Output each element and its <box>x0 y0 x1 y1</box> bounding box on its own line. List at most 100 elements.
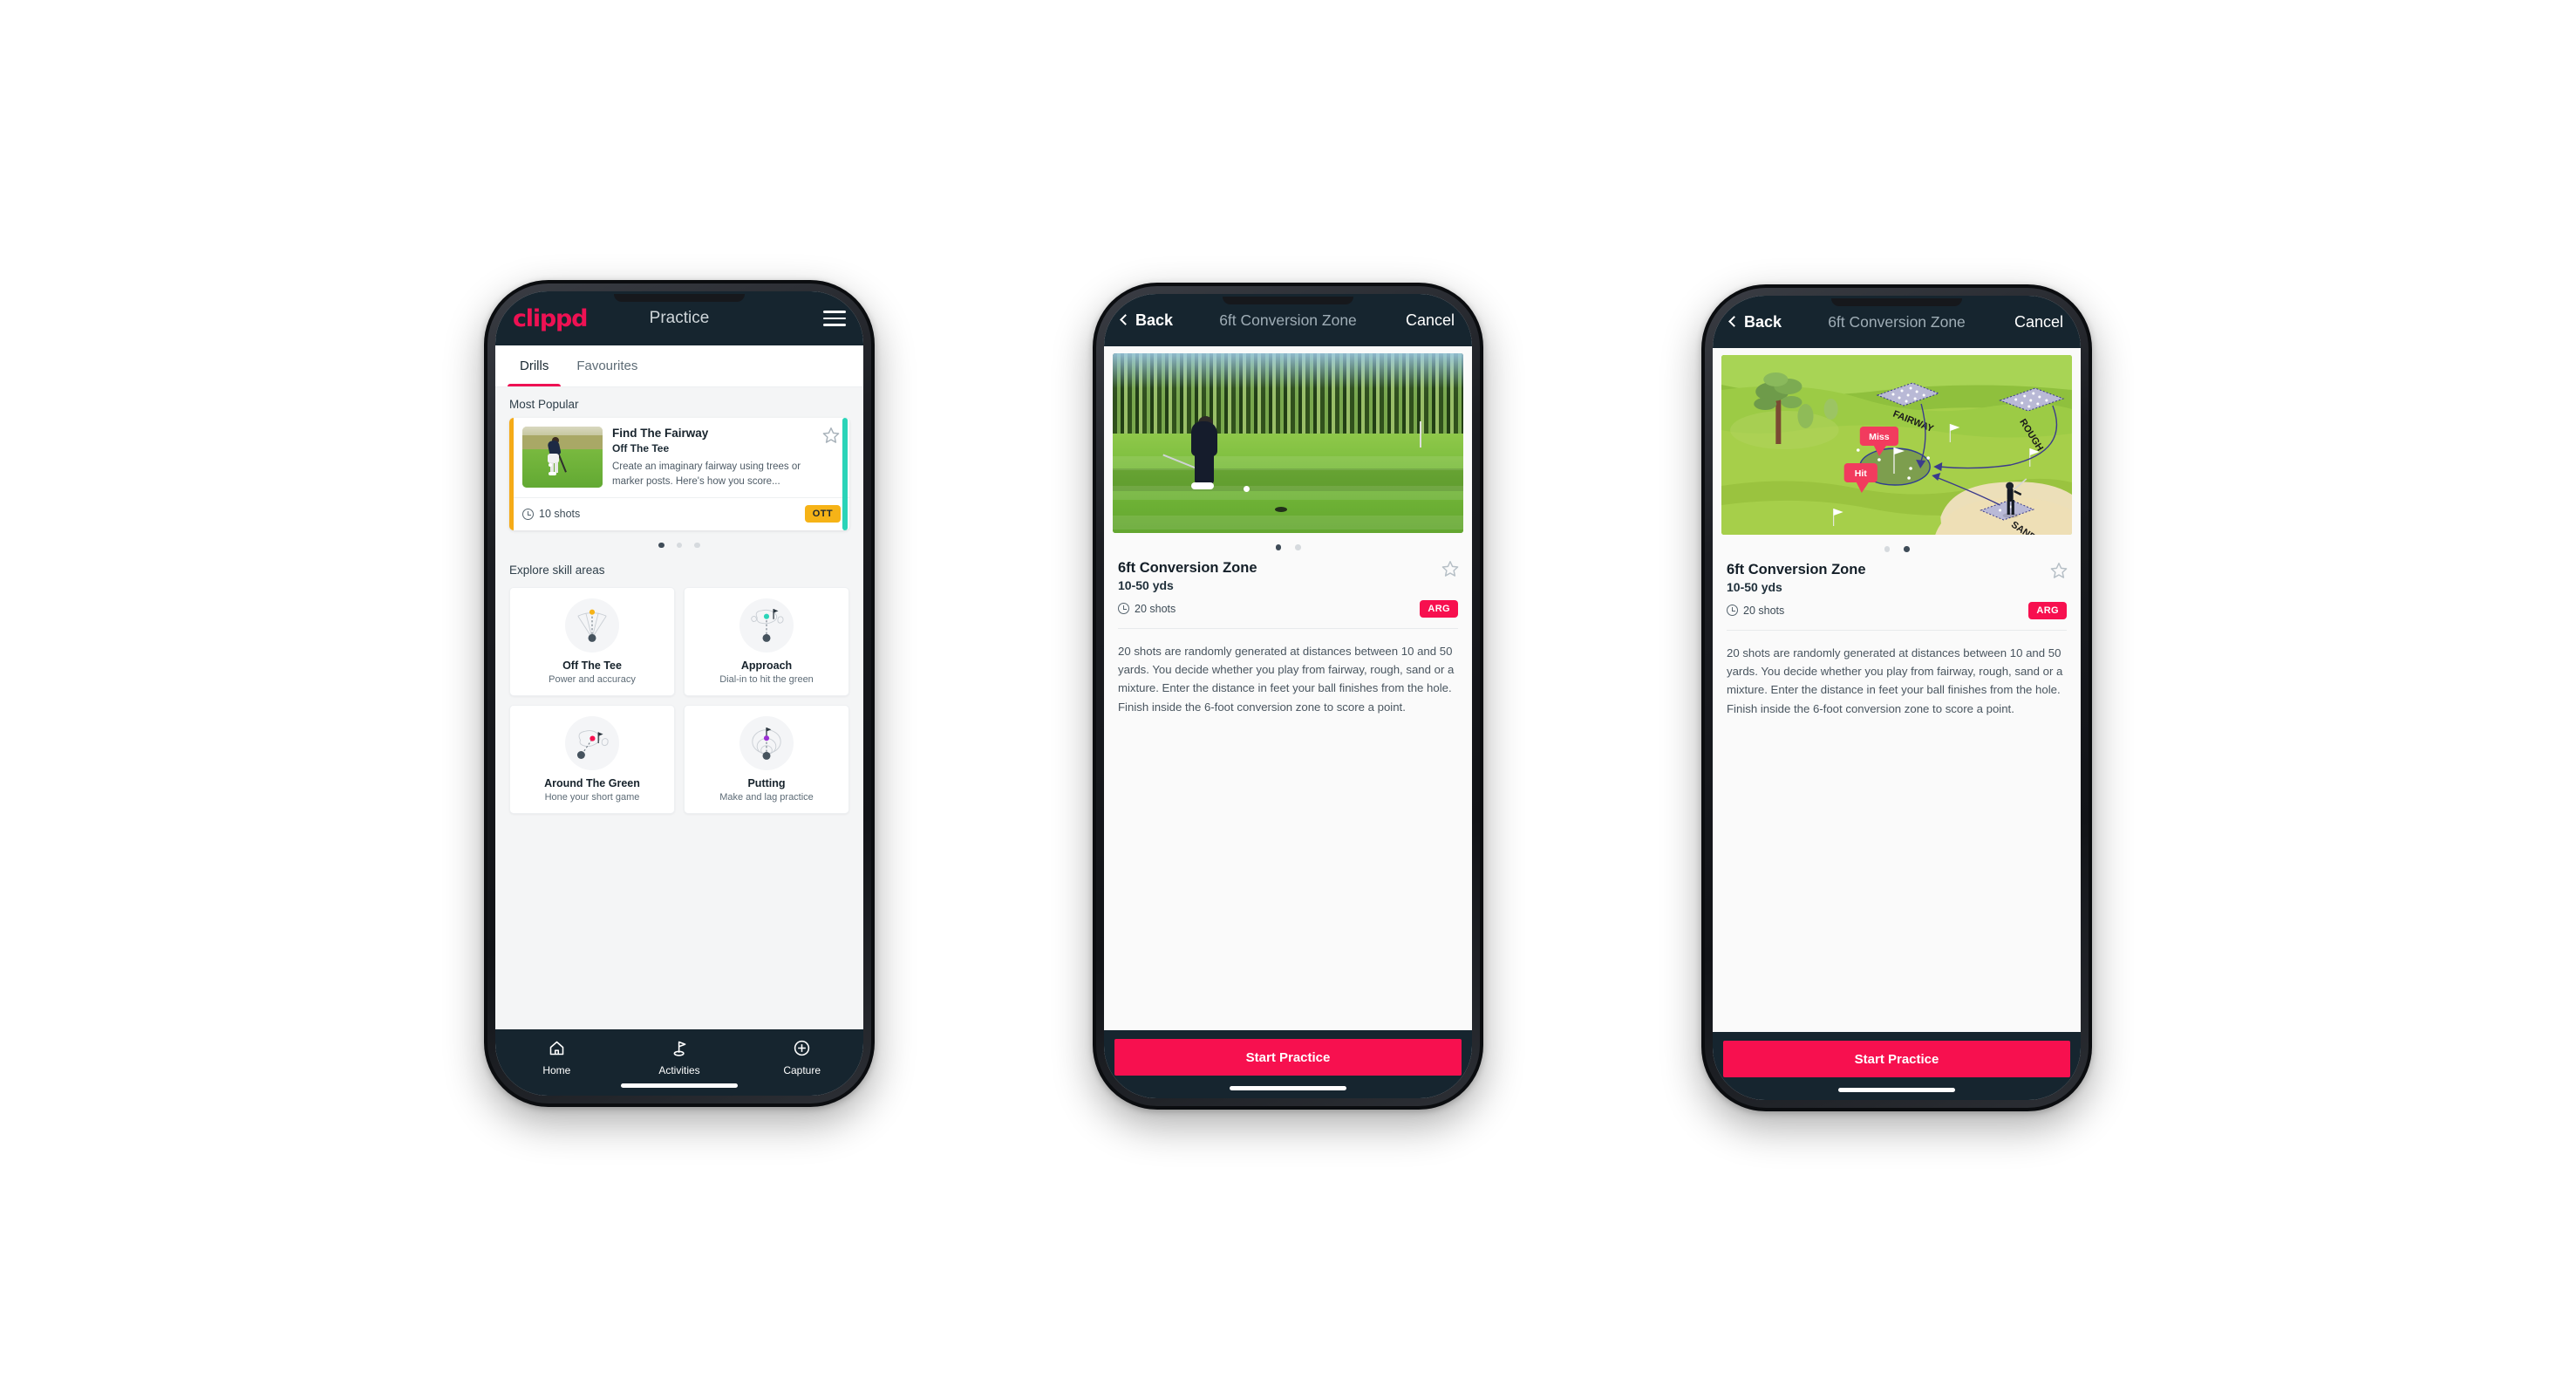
drill-shots-label: 20 shots <box>1135 602 1176 615</box>
cancel-button[interactable]: Cancel <box>1406 311 1455 330</box>
tab-favourites-label: Favourites <box>576 359 638 373</box>
tab-drills[interactable]: Drills <box>506 345 562 386</box>
drill-card-top: Find The Fairway Off The Tee Create an i… <box>514 418 849 497</box>
favourite-star-icon[interactable] <box>1441 559 1460 578</box>
skill-area-grid: Off The Tee Power and accuracy Approach … <box>495 584 863 826</box>
chip-green-icon <box>565 716 619 771</box>
carousel-dot-1[interactable] <box>658 542 664 549</box>
drill-hero-photo[interactable] <box>1113 353 1463 533</box>
drill-shots-label: 20 shots <box>1743 604 1785 617</box>
chevron-left-icon <box>1728 316 1740 327</box>
skill-desc: Dial-in to hit the green <box>719 674 814 686</box>
skill-badge-arg: ARG <box>1420 599 1458 618</box>
hero-carousel-dots[interactable] <box>1104 533 1472 557</box>
phone-notch <box>1831 298 1962 306</box>
screenshot-stage: clippd Practice Drills Favourites Most P… <box>0 0 2576 1387</box>
skill-desc: Power and accuracy <box>549 674 636 686</box>
clock-icon <box>522 508 534 520</box>
drill-hero-illustration[interactable]: FAIRWAY ROUGH SAND Miss Hit <box>1721 355 2072 535</box>
start-practice-button[interactable]: Start Practice <box>1723 1041 2070 1077</box>
skill-name: Approach <box>740 659 793 673</box>
tee-fan-icon <box>565 598 619 653</box>
back-button[interactable]: Back <box>1120 311 1173 330</box>
drill-detail-body: FAIRWAY ROUGH SAND Miss Hit 6ft Conversi… <box>1713 348 2081 1032</box>
most-popular-heading: Most Popular <box>509 398 579 411</box>
home-indicator <box>1838 1088 1955 1092</box>
start-practice-button[interactable]: Start Practice <box>1114 1039 1462 1076</box>
drill-shots: 20 shots <box>1727 605 1784 617</box>
nav-label: Activities <box>658 1064 700 1076</box>
next-card-peek <box>842 418 848 530</box>
carousel-dots[interactable] <box>495 530 863 554</box>
hamburger-icon[interactable] <box>823 311 846 326</box>
cancel-label: Cancel <box>2014 312 2063 331</box>
drill-detail-body: 6ft Conversion Zone 10-50 yds 20 shots A… <box>1104 346 1472 1030</box>
explore-skill-areas-heading: Explore skill areas <box>509 564 605 577</box>
golf-course-diagram: FAIRWAY ROUGH SAND Miss Hit <box>1721 355 2072 535</box>
drill-meta-row: 20 shots ARG <box>1727 601 2067 619</box>
carousel-dot-2[interactable] <box>676 542 683 549</box>
drill-meta-row: 20 shots ARG <box>1118 599 1458 618</box>
hero-dot-1[interactable] <box>1275 544 1281 550</box>
golf-flag-icon <box>671 1039 689 1060</box>
nav-label: Home <box>542 1064 571 1076</box>
phone-mockup-drill-detail-illustration: Back 6ft Conversion Zone Cancel FAIRWAY … <box>1701 284 2092 1111</box>
drill-card[interactable]: Find The Fairway Off The Tee Create an i… <box>509 418 849 530</box>
cancel-button[interactable]: Cancel <box>2014 313 2063 331</box>
featured-carousel[interactable]: Find The Fairway Off The Tee Create an i… <box>495 418 863 530</box>
drill-detail-description: 20 shots are randomly generated at dista… <box>1118 644 1455 714</box>
drill-thumbnail <box>522 427 603 488</box>
carousel-dot-3[interactable] <box>694 542 700 549</box>
hero-dot-1[interactable] <box>1884 546 1890 552</box>
home-indicator <box>1230 1086 1346 1090</box>
phone-screen: Back 6ft Conversion Zone Cancel <box>1104 294 1472 1098</box>
favourite-star-icon[interactable] <box>2049 561 2068 580</box>
phone-notch <box>1223 297 1353 304</box>
favourite-star-icon[interactable] <box>821 426 841 445</box>
drill-detail-description: 20 shots are randomly generated at dista… <box>1727 646 2063 715</box>
skill-desc: Hone your short game <box>544 792 640 803</box>
cancel-label: Cancel <box>1405 311 1455 329</box>
tab-drills-label: Drills <box>520 359 549 373</box>
skill-card-around-the-green[interactable]: Around The Green Hone your short game <box>509 705 675 815</box>
skill-name: Off The Tee <box>562 659 622 673</box>
skill-card-putting[interactable]: Putting Make and lag practice <box>684 705 849 815</box>
clock-icon <box>1118 603 1129 614</box>
drill-distance-range: 10-50 yds <box>1118 577 1174 592</box>
skill-name: Around The Green <box>544 777 640 790</box>
home-indicator <box>621 1083 738 1088</box>
skill-desc: Make and lag practice <box>719 792 814 803</box>
drill-detail-title: 6ft Conversion Zone <box>1727 561 1866 577</box>
svg-text:Miss: Miss <box>1869 432 1890 442</box>
nav-item-capture[interactable]: Capture <box>740 1039 863 1076</box>
skill-badge-arg: ARG <box>2028 601 2067 619</box>
hero-dot-2[interactable] <box>1904 546 1910 552</box>
tab-bar: Drills Favourites <box>495 345 863 387</box>
skill-card-off-the-tee[interactable]: Off The Tee Power and accuracy <box>509 587 675 697</box>
skill-card-approach[interactable]: Approach Dial-in to hit the green <box>684 587 849 697</box>
tab-favourites[interactable]: Favourites <box>562 345 651 386</box>
phone-notch <box>614 294 745 302</box>
drill-card-info: Find The Fairway Off The Tee Create an i… <box>612 427 812 489</box>
hero-carousel-dots[interactable] <box>1713 535 2081 558</box>
drill-description: Create an imaginary fairway using trees … <box>612 461 801 487</box>
clock-icon <box>1727 605 1738 616</box>
phone-mockup-practice-list: clippd Practice Drills Favourites Most P… <box>484 280 875 1107</box>
cta-footer: Start Practice <box>1713 1032 2081 1100</box>
drill-shots: 10 shots <box>522 508 580 520</box>
drill-detail-title: 6ft Conversion Zone <box>1118 559 1257 576</box>
back-button[interactable]: Back <box>1728 313 1782 331</box>
nav-item-activities[interactable]: Activities <box>618 1039 741 1076</box>
practice-scroll-area[interactable]: Most Popular Find The Fairway Off The Te… <box>495 387 863 1029</box>
nav-item-home[interactable]: Home <box>495 1039 618 1076</box>
phone-screen: Back 6ft Conversion Zone Cancel <box>1713 296 2081 1100</box>
drill-title: Find The Fairway <box>612 427 709 440</box>
drill-card-footer: 10 shots OTT <box>514 496 849 530</box>
hero-dot-2[interactable] <box>1295 544 1301 550</box>
drill-category: Off The Tee <box>612 442 670 455</box>
drill-detail-header: 6ft Conversion Zone 10-50 yds 20 shots A… <box>1713 558 2081 619</box>
nav-label: Capture <box>783 1064 821 1076</box>
svg-text:Hit: Hit <box>1855 468 1868 479</box>
phone-mockup-drill-detail-photo: Back 6ft Conversion Zone Cancel 6ft Conv… <box>1093 283 1483 1110</box>
drill-distance-range: 10-50 yds <box>1727 579 1782 594</box>
